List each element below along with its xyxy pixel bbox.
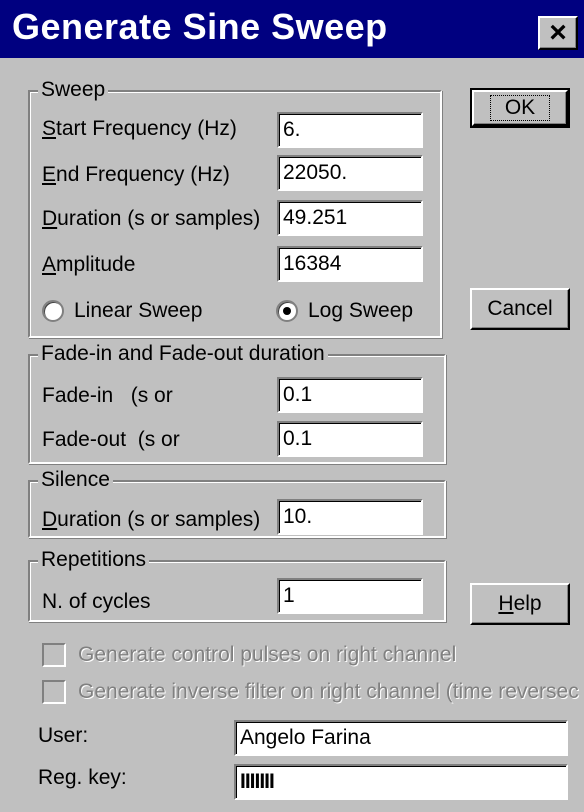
silence-group-title: Silence	[38, 468, 113, 492]
amplitude-label-text: mplitude	[56, 253, 136, 276]
ok-button[interactable]: OK	[470, 88, 570, 128]
amplitude-input[interactable]: 16384	[277, 246, 423, 282]
help-button-label-text: elp	[513, 592, 542, 615]
radio-selected-dot	[283, 307, 291, 315]
start-frequency-label-text: tart Frequency (Hz)	[56, 117, 237, 140]
reg-key-label: Reg. key:	[38, 766, 127, 789]
cycles-input[interactable]: 1	[277, 578, 423, 614]
sweep-group-title: Sweep	[38, 78, 109, 102]
control-pulses-checkbox[interactable]	[42, 643, 66, 667]
silence-duration-label: Duration (s or samples)	[42, 508, 261, 531]
control-pulses-label: Generate control pulses on right channel	[78, 643, 457, 666]
end-frequency-label: End Frequency (Hz)	[42, 163, 230, 186]
end-frequency-input[interactable]: 22050.	[277, 155, 423, 191]
close-icon: ×	[549, 16, 567, 49]
fade-out-label: Fade-out (s or	[42, 428, 180, 451]
silence-duration-input[interactable]: 10.	[277, 499, 423, 535]
linear-sweep-radio[interactable]	[42, 300, 64, 322]
help-button[interactable]: Help	[470, 583, 570, 625]
fade-group-title: Fade-in and Fade-out duration	[38, 342, 328, 366]
fade-in-label: Fade-in (s or	[42, 384, 173, 407]
duration-label: Duration (s or samples)	[42, 207, 261, 230]
start-frequency-label: Start Frequency (Hz)	[42, 117, 237, 140]
end-frequency-label-text: nd Frequency (Hz)	[56, 163, 230, 186]
duration-label-text: uration (s or samples)	[57, 207, 261, 230]
user-label: User:	[38, 724, 89, 747]
fade-in-input[interactable]: 0.1	[277, 377, 423, 413]
fade-out-input[interactable]: 0.1	[277, 421, 423, 457]
help-button-label: Help	[498, 592, 542, 615]
silence-duration-label-text: uration (s or samples)	[57, 508, 261, 531]
amplitude-label: Amplitude	[42, 253, 136, 276]
cycles-label: N. of cycles	[42, 590, 151, 613]
cancel-button-label: Cancel	[487, 297, 553, 320]
log-sweep-radio[interactable]	[276, 300, 298, 322]
window-title: Generate Sine Sweep	[12, 6, 388, 47]
close-button[interactable]: ×	[538, 16, 578, 50]
duration-input[interactable]: 49.251	[277, 200, 423, 236]
log-sweep-label[interactable]: Log Sweep	[308, 299, 413, 323]
title-bar: Generate Sine Sweep ×	[0, 0, 584, 58]
start-frequency-input[interactable]: 6.	[277, 112, 423, 148]
ok-button-label: OK	[489, 95, 551, 121]
linear-sweep-label[interactable]: Linear Sweep	[74, 299, 202, 323]
repetitions-group-title: Repetitions	[38, 548, 150, 572]
cancel-button[interactable]: Cancel	[470, 288, 570, 330]
inverse-filter-label: Generate inverse filter on right channel…	[78, 680, 579, 703]
reg-key-input[interactable]: IIIIIII	[234, 764, 568, 800]
user-input[interactable]: Angelo Farina	[234, 720, 568, 756]
inverse-filter-checkbox[interactable]	[42, 680, 66, 704]
